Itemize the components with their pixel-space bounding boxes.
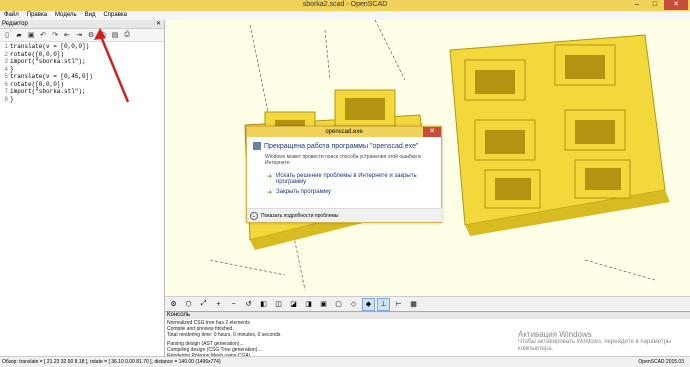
- save-file-icon[interactable]: ▣: [26, 30, 36, 40]
- dialog-description: Windows может провести поиск способа уст…: [265, 154, 421, 166]
- chevron-down-icon[interactable]: ⌄: [250, 211, 258, 220]
- window-controls: – □ ✕: [628, 0, 688, 10]
- dialog-title: openscad.exe ✕: [247, 127, 441, 137]
- menu-edit[interactable]: Правка: [23, 11, 51, 20]
- console-title: Консоль: [167, 312, 191, 318]
- search-online-option[interactable]: ➔ Искать решение проблемы в Интернете и …: [267, 173, 435, 185]
- preview-button[interactable]: ⚙: [167, 298, 180, 311]
- close-button[interactable]: ✕: [664, 0, 688, 10]
- view-toolbar: ⚙ ⬡ ⤢ + − ↺ ◧ ◫ ◪ ◨ ▣ ▢ ◇ ◆ ⊥ ⊢ ▦: [165, 296, 690, 311]
- console-header: Консоль: [165, 312, 690, 319]
- status-bar: Обзор: translate = [ 21.23 32.50 8.18 ],…: [0, 356, 690, 367]
- zoom-in-button[interactable]: +: [212, 298, 225, 311]
- green-arrow-icon: ➔: [267, 190, 273, 196]
- activation-watermark: Активация Windows Чтобы активировать Win…: [518, 330, 672, 352]
- app-icon: [253, 142, 261, 150]
- view-right-button[interactable]: ◧: [257, 298, 270, 311]
- perspective-button[interactable]: ◇: [347, 298, 360, 311]
- undo-icon[interactable]: ↶: [38, 30, 48, 40]
- view-left-button[interactable]: ◨: [302, 298, 315, 311]
- viewport-status: Обзор: translate = [ 21.23 32.50 8.18 ],…: [2, 359, 221, 365]
- menu-bar: Файл Правка Модель Вид Справка: [0, 11, 690, 20]
- zoom-out-button[interactable]: −: [227, 298, 240, 311]
- unindent-icon[interactable]: ⇤: [62, 30, 72, 40]
- close-program-option[interactable]: ➔ Закрыть программу: [267, 189, 435, 196]
- menu-file[interactable]: Файл: [0, 11, 23, 20]
- editor-title: Редактор: [2, 21, 28, 27]
- show-scale-button[interactable]: ⊢: [392, 298, 405, 311]
- dialog-footer: ⌄ Показать подробности проблемы: [247, 208, 442, 222]
- view-bottom-button[interactable]: ◪: [287, 298, 300, 311]
- orthogonal-button[interactable]: ◆: [362, 297, 375, 311]
- dialog-body: Прекращена работа программы "openscad.ex…: [247, 137, 441, 203]
- view-back-button[interactable]: ▢: [332, 298, 345, 311]
- crash-dialog: openscad.exe ✕ Прекращена работа програм…: [246, 126, 442, 223]
- green-arrow-icon: ➔: [267, 174, 273, 180]
- version-label: OpenSCAD 2015.03: [638, 359, 684, 365]
- view-all-button[interactable]: ⤢: [197, 298, 210, 311]
- redo-icon[interactable]: ↷: [50, 30, 60, 40]
- view-top-button[interactable]: ◫: [272, 298, 285, 311]
- show-axes-button[interactable]: ⊥: [377, 297, 390, 311]
- show-details-link[interactable]: Показать подробности проблемы: [261, 213, 339, 219]
- annotation-arrow: [94, 28, 130, 103]
- maximize-button[interactable]: □: [646, 0, 664, 10]
- menu-view[interactable]: Вид: [81, 11, 100, 20]
- open-file-icon[interactable]: ▰: [14, 30, 24, 40]
- menu-help[interactable]: Справка: [99, 11, 131, 20]
- dialog-heading: Прекращена работа программы "openscad.ex…: [253, 142, 435, 150]
- render-button[interactable]: ⬡: [182, 298, 195, 311]
- dialog-close-button[interactable]: ✕: [423, 127, 441, 137]
- window-title: sborka2.scad - OpenSCAD: [302, 1, 388, 8]
- reset-view-button[interactable]: ↺: [242, 298, 255, 311]
- menu-design[interactable]: Модель: [51, 11, 81, 20]
- view-front-button[interactable]: ▣: [317, 298, 330, 311]
- show-edges-button[interactable]: ▦: [407, 298, 420, 311]
- minimize-button[interactable]: –: [628, 0, 646, 10]
- editor-close-icon[interactable]: ✕: [156, 20, 161, 28]
- new-file-icon[interactable]: ▯: [2, 30, 12, 40]
